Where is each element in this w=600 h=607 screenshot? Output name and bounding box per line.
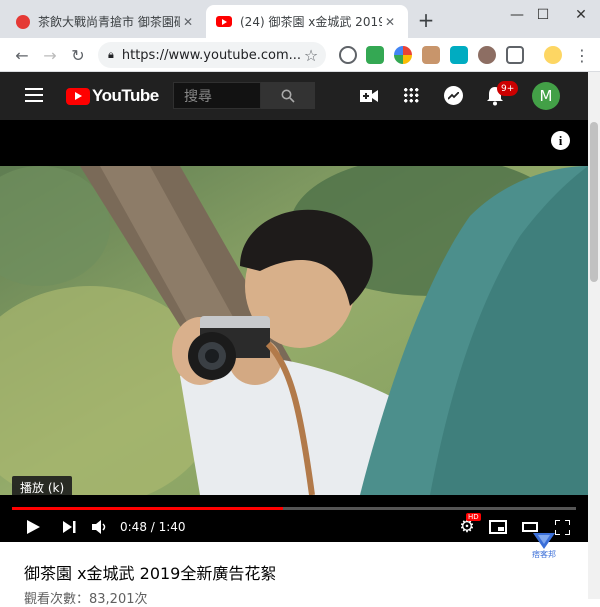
youtube-favicon-icon: [216, 16, 232, 27]
volume-icon: [91, 520, 105, 534]
browser-tab-active[interactable]: (24) 御茶園 x金城武 2019全新 ✕: [206, 5, 408, 38]
miniplayer-button[interactable]: [488, 517, 508, 537]
search-icon: [281, 89, 295, 103]
extension-icon[interactable]: [422, 46, 440, 64]
hamburger-menu-icon[interactable]: [25, 88, 43, 102]
address-bar[interactable]: 🔒︎ https://www.youtube.com...: [98, 42, 326, 68]
profile-avatar-icon[interactable]: [544, 46, 562, 64]
watermark-text: 痞客邦: [532, 550, 556, 559]
tab-title: 茶飲大戰尚青搶市 御茶園砸重: [38, 15, 180, 29]
youtube-logo-text: YouTube: [92, 86, 159, 105]
search-button[interactable]: [261, 82, 315, 109]
theater-mode-icon: [522, 522, 538, 532]
extension-icon[interactable]: [339, 46, 357, 64]
time-display: 0:48 / 1:40: [120, 520, 186, 534]
player-controls: 0:48 / 1:40 ⚙ HD: [0, 495, 588, 542]
create-video-icon[interactable]: [360, 88, 378, 107]
new-tab-button[interactable]: +: [416, 8, 436, 32]
gear-icon: ⚙: [459, 516, 475, 537]
browser-menu-icon[interactable]: ⋮: [570, 43, 594, 67]
extension-icon[interactable]: [394, 46, 412, 64]
progress-fill: [12, 507, 283, 510]
screen-capture-icon[interactable]: [506, 46, 524, 64]
search-input[interactable]: 搜尋: [173, 82, 261, 109]
video-frame: [0, 166, 588, 495]
forward-icon[interactable]: →: [38, 43, 62, 67]
skip-next-icon: [62, 521, 75, 533]
tab-title: (24) 御茶園 x金城武 2019全新: [240, 15, 382, 29]
play-icon: [26, 520, 40, 534]
search-placeholder: 搜尋: [184, 88, 212, 105]
reload-icon[interactable]: ↻: [66, 43, 90, 67]
lock-icon: 🔒︎: [108, 48, 114, 61]
video-player[interactable]: i 播放 (k) 0:48 / 1:40 ⚙ HD: [0, 120, 588, 542]
youtube-play-logo-icon: [66, 87, 90, 105]
back-icon[interactable]: ←: [10, 43, 34, 67]
next-button[interactable]: [60, 517, 78, 537]
settings-button[interactable]: ⚙ HD: [456, 513, 481, 537]
pixnet-watermark: 痞客邦: [524, 533, 564, 560]
tab-strip: 茶飲大戰尚青搶市 御茶園砸重 ✕ (24) 御茶園 x金城武 2019全新 ✕ …: [0, 0, 600, 38]
messages-icon[interactable]: [444, 86, 463, 105]
notification-count-badge: 9+: [497, 81, 519, 96]
close-tab-icon[interactable]: ✕: [180, 15, 196, 29]
apps-grid-icon[interactable]: [403, 87, 419, 103]
close-window-button[interactable]: ✕: [558, 0, 600, 30]
miniplayer-icon: [489, 520, 507, 534]
url-text: https://www.youtube.com...: [121, 47, 302, 63]
pixnet-favicon-icon: [16, 14, 30, 29]
info-icon[interactable]: i: [551, 131, 570, 150]
scrollbar-thumb[interactable]: [590, 122, 598, 282]
youtube-logo[interactable]: YouTube: [66, 86, 159, 106]
browser-toolbar: ← → ↻ 🔒︎ https://www.youtube.com... ☆ ⋮: [0, 38, 600, 72]
pixnet-logo-icon: [533, 533, 555, 549]
avatar[interactable]: M: [532, 82, 560, 110]
view-count: 觀看次數：83,201次: [24, 592, 148, 607]
video-title: 御茶園 x金城武 2019全新廣告花絮: [24, 564, 277, 583]
browser-tab-inactive[interactable]: 茶飲大戰尚青搶市 御茶園砸重 ✕: [6, 5, 206, 38]
extension-icon[interactable]: [366, 46, 384, 64]
page-scrollbar[interactable]: [588, 72, 600, 599]
youtube-header: YouTube 搜尋 9+ M: [0, 72, 588, 120]
volume-button[interactable]: [90, 517, 108, 537]
hd-badge: HD: [466, 513, 481, 521]
bookmark-star-icon[interactable]: ☆: [299, 43, 323, 67]
play-button[interactable]: [24, 517, 42, 537]
close-tab-icon[interactable]: ✕: [382, 15, 398, 29]
extension-icon[interactable]: [450, 46, 468, 64]
extension-icon[interactable]: [478, 46, 496, 64]
progress-bar[interactable]: [12, 507, 576, 510]
